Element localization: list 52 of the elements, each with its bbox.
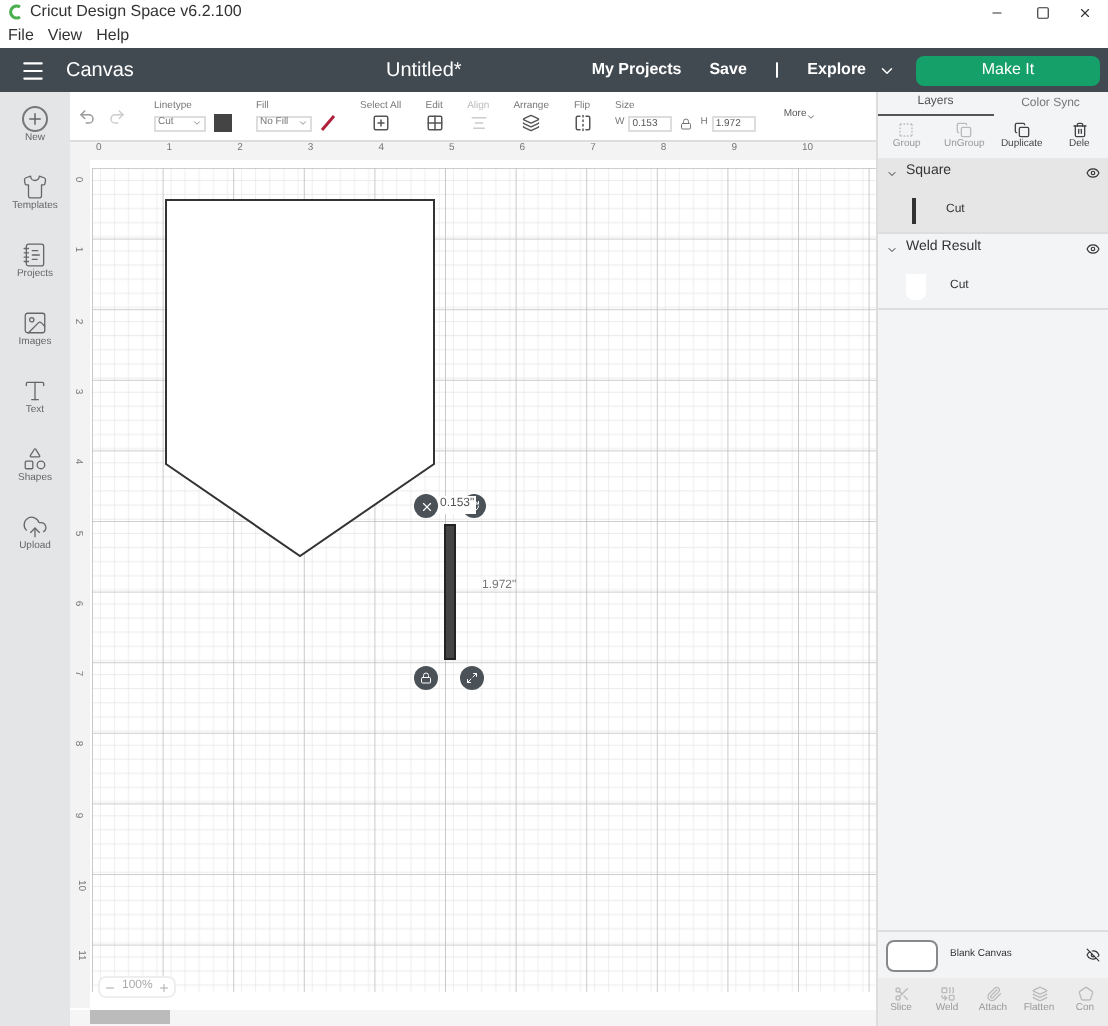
menu-item[interactable]: View — [47, 24, 83, 48]
scissors-icon — [893, 986, 909, 1003]
header-link[interactable]: Save — [709, 58, 747, 82]
visibility-icon[interactable] — [1086, 242, 1100, 256]
menu-icon[interactable] — [20, 57, 46, 83]
no-fill-icon[interactable] — [320, 114, 336, 133]
text-icon — [22, 377, 48, 404]
close-icon[interactable] — [1078, 5, 1092, 19]
section-title: Canvas — [66, 57, 136, 85]
document-title: Untitled* — [386, 57, 462, 85]
grid-icon — [425, 114, 444, 133]
caret-icon — [298, 118, 308, 129]
scrollbar-thumb[interactable] — [90, 1010, 170, 1024]
menu-item[interactable]: File — [8, 24, 34, 48]
layers-icon — [522, 114, 541, 133]
color-swatch[interactable] — [214, 114, 232, 133]
shirt-icon — [22, 173, 48, 200]
pennant-shape[interactable] — [164, 198, 438, 560]
lock-icon[interactable] — [680, 117, 693, 130]
expand-caret-icon[interactable] — [886, 167, 898, 179]
make-it-button[interactable]: Make It — [916, 55, 1100, 85]
caret-icon — [192, 118, 202, 129]
maximize-icon[interactable] — [1036, 5, 1050, 19]
duplicate-icon — [1013, 121, 1030, 138]
menu-item[interactable]: Help — [96, 24, 130, 48]
image-icon — [22, 309, 48, 336]
window-title: Cricut Design Space v6.2.100 — [30, 0, 242, 24]
separator-text: | — [774, 58, 780, 82]
shapes-icon — [22, 445, 48, 472]
undo-icon[interactable] — [78, 107, 96, 125]
lock-icon — [420, 672, 432, 684]
cloud-upload-icon — [22, 513, 48, 540]
align-icon — [469, 114, 488, 133]
notebook-icon — [22, 241, 48, 268]
canvas-thumbnail[interactable] — [886, 939, 938, 971]
plus-square-icon — [371, 114, 390, 133]
expand-caret-icon[interactable] — [886, 243, 898, 255]
visibility-icon[interactable] — [1086, 166, 1100, 180]
flip-icon — [573, 114, 591, 133]
app-logo-icon — [8, 4, 22, 20]
caret-icon — [806, 111, 817, 121]
hidden-eye-icon[interactable] — [1086, 948, 1100, 962]
paperclip-icon — [985, 986, 1001, 1003]
close-icon — [419, 499, 433, 513]
ungroup-icon — [956, 121, 973, 138]
line-thumbnail — [912, 197, 916, 223]
layers-icon — [1031, 986, 1047, 1003]
header-link[interactable]: My Projects — [591, 58, 682, 82]
trash-icon — [1071, 121, 1088, 138]
combine-icon — [939, 986, 955, 1003]
header-link[interactable]: Explore — [807, 58, 866, 82]
pentagon-icon — [1077, 986, 1093, 1003]
